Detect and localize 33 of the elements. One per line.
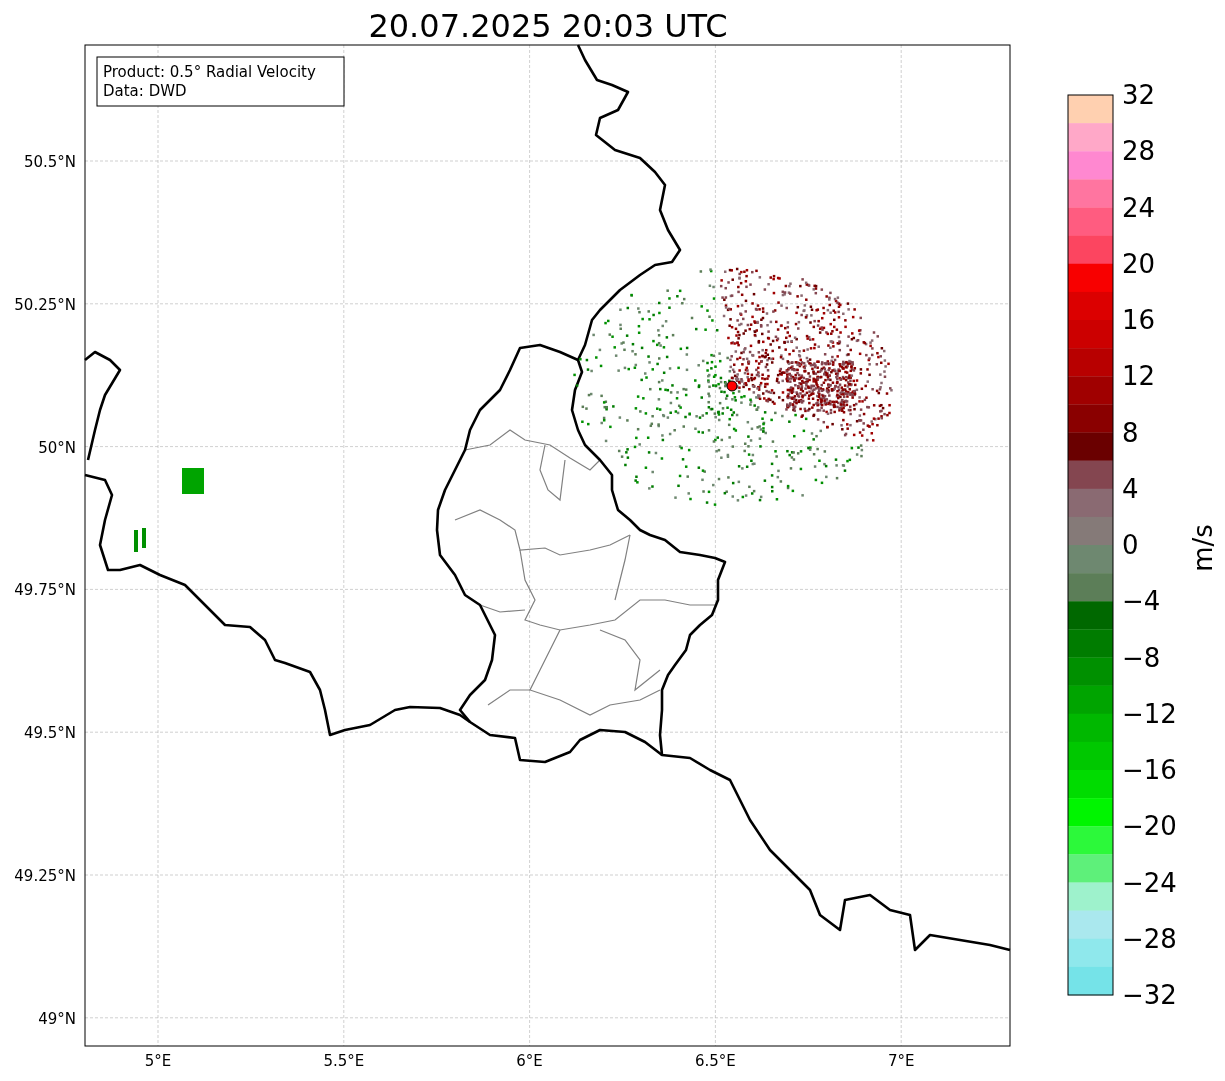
colorbar-tick-label: 24 bbox=[1122, 192, 1156, 223]
colorbar-tick-label: 0 bbox=[1122, 530, 1139, 560]
info-text: Data: DWD bbox=[103, 82, 187, 100]
colorbar-tick-label: −32 bbox=[1122, 980, 1177, 1010]
colorbar-tick-label: −16 bbox=[1122, 755, 1177, 785]
colorbar-tick-label: 12 bbox=[1122, 361, 1156, 392]
colorbar-tick-label: −12 bbox=[1122, 698, 1177, 729]
colorbar-tick-label: 20 bbox=[1122, 248, 1156, 279]
longitude-label: 7°E bbox=[887, 1052, 915, 1070]
latitude-label: 49°N bbox=[38, 1009, 76, 1028]
colorbar-label: m/s bbox=[1188, 524, 1218, 572]
latitude-label: 49.75°N bbox=[14, 581, 76, 600]
colorbar-tick-label: 16 bbox=[1122, 305, 1156, 335]
colorbar-tick-label: −4 bbox=[1122, 586, 1161, 617]
latitude-label: 49.25°N bbox=[14, 867, 76, 885]
colorbar-tick-label: −28 bbox=[1122, 923, 1177, 954]
colorbar-tick-label: 8 bbox=[1122, 417, 1139, 448]
info-text: Product: 0.5° Radial Velocity bbox=[103, 63, 316, 81]
colorbar-tick-label: 32 bbox=[1122, 80, 1156, 110]
colorbar-tick-label: −20 bbox=[1122, 811, 1177, 842]
latitude-label: 50°N bbox=[38, 438, 76, 457]
longitude-label: 5°E bbox=[144, 1052, 172, 1070]
latitude-label: 49.5°N bbox=[23, 724, 76, 743]
colorbar-tick-label: 4 bbox=[1122, 473, 1139, 504]
longitude-label: 6.5°E bbox=[695, 1052, 736, 1070]
colorbar-tick-label: 28 bbox=[1122, 136, 1156, 167]
colorbar-tick-label: −8 bbox=[1122, 642, 1161, 673]
colorbar-tick-label: −24 bbox=[1122, 867, 1177, 898]
latitude-label: 50.25°N bbox=[14, 295, 76, 314]
longitude-label: 6°E bbox=[516, 1052, 543, 1070]
latitude-label: 50.5°N bbox=[23, 153, 76, 171]
longitude-label: 5.5°E bbox=[323, 1052, 365, 1070]
chart-title: 20.07.2025 20:03 UTC bbox=[368, 7, 728, 45]
